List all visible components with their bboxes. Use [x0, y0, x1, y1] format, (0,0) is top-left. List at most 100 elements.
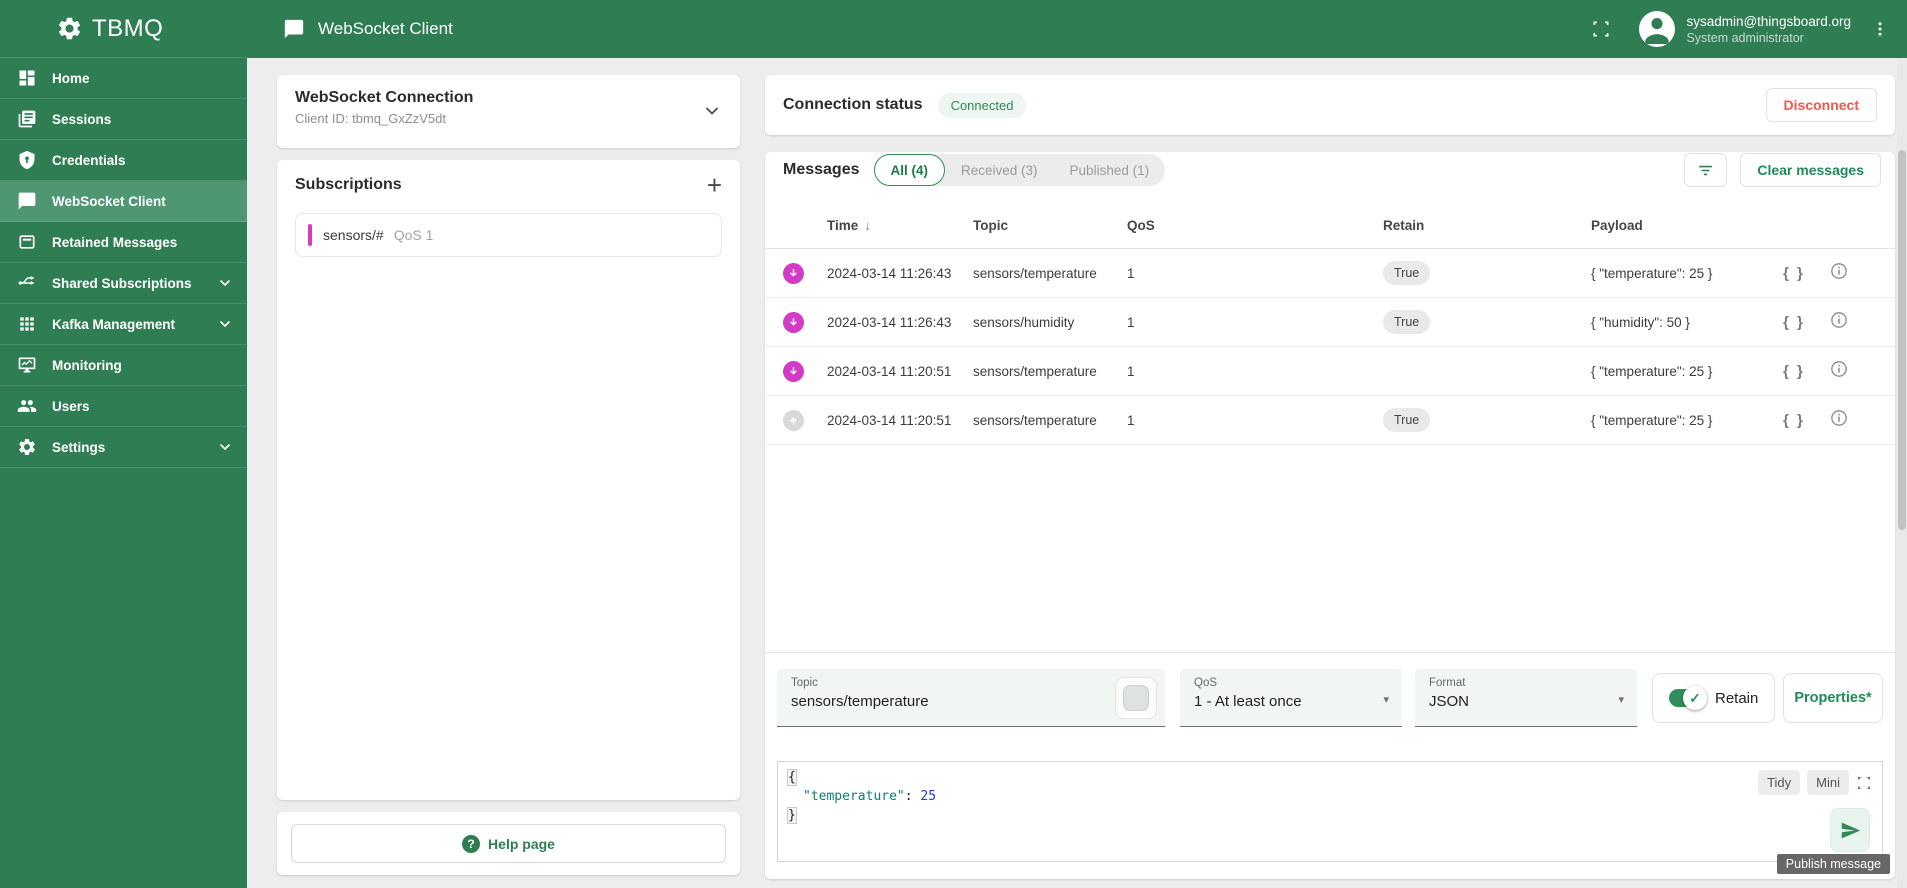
- table-header-row: Time ↓ Topic QoS Retain Payload: [765, 202, 1895, 249]
- filter-button[interactable]: [1684, 153, 1728, 187]
- payload-json-icon[interactable]: { }: [1783, 265, 1829, 282]
- publish-message-button[interactable]: [1830, 808, 1870, 852]
- payload-json-icon[interactable]: { }: [1783, 314, 1829, 331]
- publish-form: Topic sensors/temperature QoS 1 - At lea…: [777, 669, 1883, 727]
- connection-status-card: Connection status Connected Disconnect: [765, 75, 1895, 135]
- sidebar-item-users[interactable]: Users: [0, 386, 247, 427]
- messages-title: Messages: [783, 161, 860, 178]
- sidebar-item-websocket-client[interactable]: WebSocket Client: [0, 181, 247, 222]
- sidebar-item-shared-subscriptions[interactable]: Shared Subscriptions: [0, 263, 247, 304]
- chevron-down-icon: [220, 280, 230, 287]
- person-icon: [1645, 18, 1670, 44]
- disconnect-button[interactable]: Disconnect: [1765, 88, 1877, 122]
- message-received-icon: [783, 360, 804, 382]
- editor-line: {: [787, 769, 797, 786]
- connection-status-label: Connection status: [783, 96, 923, 113]
- page-scrollbar[interactable]: [1897, 58, 1907, 888]
- sidebar-item-home[interactable]: Home: [0, 58, 247, 99]
- sidebar-item-kafka-management[interactable]: Kafka Management: [0, 304, 247, 345]
- subscription-topic: sensors/#: [323, 227, 384, 243]
- qos-select-label: QoS: [1194, 677, 1218, 689]
- sidebar-item-monitoring[interactable]: Monitoring: [0, 345, 247, 386]
- clear-messages-button[interactable]: Clear messages: [1740, 153, 1881, 187]
- tab-received[interactable]: Received (3): [945, 154, 1054, 186]
- subscription-item[interactable]: sensors/# QoS 1: [295, 213, 722, 257]
- sidebar-item-retained-messages[interactable]: Retained Messages: [0, 222, 247, 263]
- right-column: Connection status Connected Disconnect M…: [765, 75, 1895, 879]
- check-icon: ✓: [1683, 686, 1707, 710]
- avatar[interactable]: [1639, 11, 1676, 47]
- sidebar-item-sessions[interactable]: Sessions: [0, 99, 247, 140]
- table-row[interactable]: 2024-03-14 11:20:51 sensors/temperature …: [765, 396, 1895, 445]
- tab-published[interactable]: Published (1): [1054, 154, 1166, 186]
- credentials-icon: [19, 150, 35, 170]
- cell-payload: { "temperature": 25 }: [1591, 265, 1713, 281]
- share-split-icon: [18, 276, 35, 285]
- format-select-label: Format: [1429, 677, 1466, 689]
- table-row[interactable]: 2024-03-14 11:20:51 sensors/temperature …: [765, 347, 1895, 396]
- message-received-icon: [783, 262, 804, 284]
- col-header-retain: Retain: [1383, 217, 1425, 233]
- info-icon[interactable]: [1829, 310, 1849, 330]
- topic-color-picker[interactable]: [1115, 677, 1157, 719]
- payload-json-icon[interactable]: { }: [1783, 363, 1829, 380]
- sidebar-item-label: Monitoring: [52, 357, 122, 373]
- table-row[interactable]: 2024-03-14 11:26:43 sensors/temperature …: [765, 249, 1895, 298]
- add-subscription-button[interactable]: +: [707, 172, 722, 198]
- format-select[interactable]: Format JSON ▾: [1415, 669, 1637, 727]
- scrollbar-thumb[interactable]: [1898, 150, 1906, 530]
- retain-label: Retain: [1715, 689, 1759, 707]
- help-icon: ?: [462, 834, 481, 853]
- fullscreen-icon[interactable]: [1591, 19, 1611, 39]
- payload-editor[interactable]: { "temperature": 25 } Tidy Mini: [777, 761, 1883, 862]
- cell-qos: 1: [1127, 363, 1135, 379]
- help-page-button[interactable]: ? Help page: [291, 824, 726, 863]
- retain-badge: True: [1383, 261, 1431, 285]
- websocket-connection-card[interactable]: WebSocket Connection Client ID: tbmq_GxZ…: [277, 75, 740, 148]
- payload-json-icon[interactable]: { }: [1783, 412, 1829, 429]
- monitor-icon: [18, 357, 36, 373]
- help-card: ? Help page: [277, 812, 740, 875]
- dropdown-arrow-icon: ▾: [1383, 694, 1389, 706]
- sidebar-item-settings[interactable]: Settings: [0, 427, 247, 468]
- logo[interactable]: TBMQ: [0, 0, 247, 58]
- chevron-down-icon: [220, 444, 230, 451]
- retain-toggle-button[interactable]: ✓ Retain: [1652, 673, 1776, 723]
- chat-icon: [284, 19, 304, 39]
- message-received-icon: [783, 311, 804, 333]
- kebab-menu-icon[interactable]: [1871, 20, 1889, 38]
- topic-field[interactable]: Topic sensors/temperature: [777, 669, 1165, 727]
- sidebar-item-credentials[interactable]: Credentials: [0, 140, 247, 181]
- editor-line: "temperature": 25: [803, 789, 937, 804]
- info-icon[interactable]: [1829, 359, 1849, 379]
- col-header-time[interactable]: Time ↓: [827, 218, 973, 233]
- properties-button[interactable]: Properties*: [1783, 673, 1883, 723]
- fullscreen-icon[interactable]: [1856, 775, 1872, 791]
- subscription-qos: QoS 1: [393, 227, 434, 243]
- connection-card-title: WebSocket Connection: [295, 89, 474, 106]
- col-header-qos: QoS: [1127, 217, 1155, 233]
- connection-client-id: Client ID: tbmq_GxZzV5dt: [295, 111, 446, 126]
- info-icon[interactable]: [1829, 261, 1849, 281]
- user-info[interactable]: sysadmin@thingsboard.org System administ…: [1686, 14, 1851, 45]
- col-header-payload: Payload: [1591, 217, 1643, 233]
- people-icon: [17, 400, 37, 412]
- mini-button[interactable]: Mini: [1807, 770, 1849, 795]
- chevron-down-icon[interactable]: [702, 101, 722, 121]
- messages-card: Messages All (4) Received (3) Published …: [765, 152, 1895, 879]
- cell-payload: { "temperature": 25 }: [1591, 412, 1713, 428]
- qos-select-value: 1 - At least once: [1194, 693, 1302, 710]
- sessions-icon: [18, 110, 36, 128]
- color-swatch: [1123, 685, 1149, 711]
- app-root: TBMQ Home Sessions Credentials WebSocket…: [0, 0, 1907, 888]
- info-icon[interactable]: [1829, 408, 1849, 428]
- dashboard-icon: [19, 70, 35, 86]
- cell-qos: 1: [1127, 314, 1135, 330]
- qos-select[interactable]: QoS 1 - At least once ▾: [1180, 669, 1402, 727]
- topbar: WebSocket Client sysadmin@thingsboard.or…: [247, 0, 1907, 58]
- cell-qos: 1: [1127, 412, 1135, 428]
- table-row[interactable]: 2024-03-14 11:26:43 sensors/humidity 1 T…: [765, 298, 1895, 347]
- filter-list-icon: [1699, 165, 1713, 175]
- tab-all[interactable]: All (4): [873, 154, 946, 186]
- tidy-button[interactable]: Tidy: [1758, 770, 1801, 795]
